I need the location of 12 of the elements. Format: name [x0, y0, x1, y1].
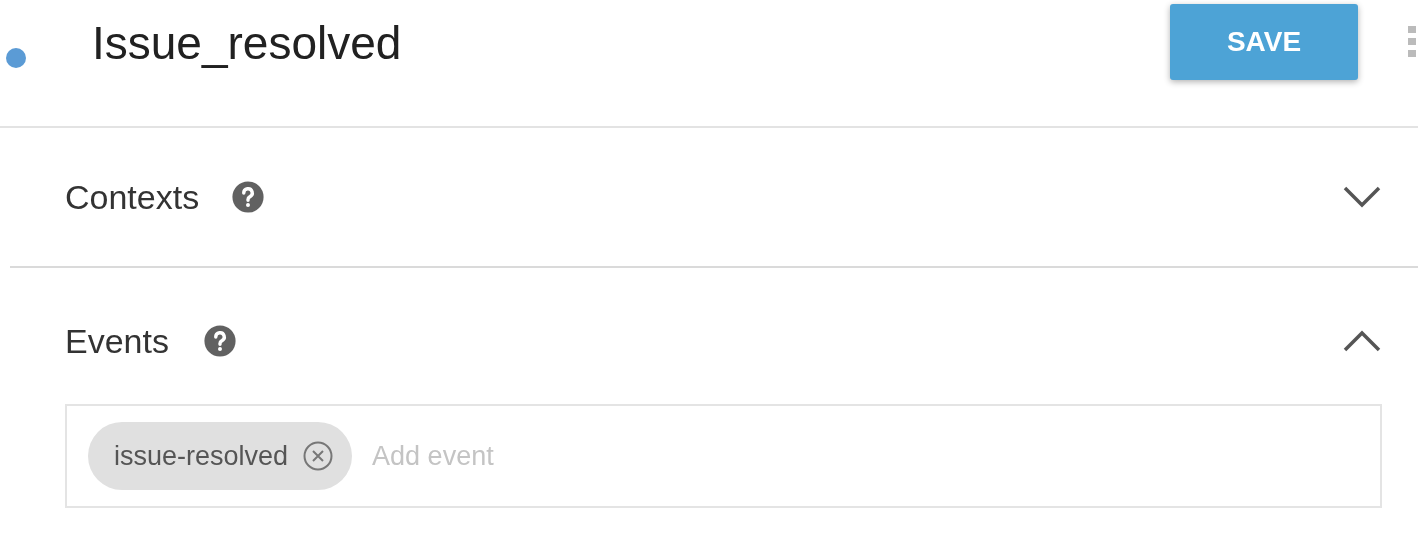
chevron-down-icon[interactable]: [1342, 185, 1382, 209]
remove-icon[interactable]: [302, 440, 335, 472]
status-dot: [6, 48, 26, 68]
help-icon[interactable]: [202, 324, 237, 358]
intent-title: Issue_resolved: [92, 16, 402, 70]
event-chip[interactable]: issue-resolved: [88, 422, 353, 490]
section-title: Contexts: [65, 177, 200, 217]
chevron-up-icon[interactable]: [1342, 329, 1382, 353]
chip-label: issue-resolved: [114, 440, 289, 472]
help-icon[interactable]: [231, 180, 266, 214]
section-title: Events: [65, 321, 169, 361]
event-field[interactable]: issue-resolved Add event: [65, 404, 1382, 508]
